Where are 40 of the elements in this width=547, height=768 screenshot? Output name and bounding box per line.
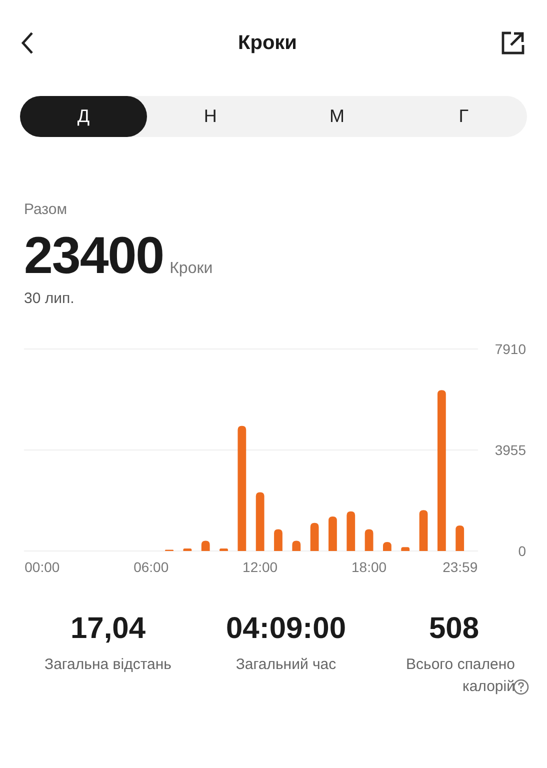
stat-label: Загальний час xyxy=(236,655,336,675)
stat-value: 508 xyxy=(428,612,480,646)
bar xyxy=(274,529,282,551)
total-unit: Кроки xyxy=(170,260,213,278)
bar xyxy=(256,492,264,551)
axis-tick-label: 06:00 xyxy=(134,559,169,574)
bar xyxy=(201,540,210,551)
bar xyxy=(346,511,356,551)
axis-tick-label: 12:00 xyxy=(242,559,278,574)
back-icon[interactable] xyxy=(20,31,34,55)
bar xyxy=(383,542,392,551)
axis-tick-label: 3955 xyxy=(494,442,526,458)
period-tab[interactable]: Н xyxy=(147,96,274,137)
screen-title: Кроки xyxy=(238,32,297,54)
bar xyxy=(310,522,319,551)
share-icon[interactable] xyxy=(500,31,525,55)
total-value: 23400 xyxy=(24,226,164,286)
help-icon[interactable] xyxy=(513,679,529,695)
bar xyxy=(183,548,192,551)
stat-value: 04:09:00 xyxy=(226,612,346,646)
bar xyxy=(456,525,464,551)
axis-tick-label: 7910 xyxy=(494,341,526,357)
bar xyxy=(328,516,337,551)
axis-tick-label: 23:59 xyxy=(442,559,478,574)
axis-tick-label: 18:00 xyxy=(352,559,387,574)
period-tab[interactable]: М xyxy=(274,96,400,137)
period-tab[interactable]: Г xyxy=(400,96,528,137)
stat-label: Загальна відстань xyxy=(44,655,172,675)
axis-tick-label: 0 xyxy=(518,543,526,559)
bar xyxy=(419,510,428,551)
stat-label: Всього спалено калорій xyxy=(405,655,515,697)
bar xyxy=(401,547,410,551)
bar xyxy=(292,540,301,551)
bar xyxy=(364,529,374,551)
total-label: Разом xyxy=(24,201,68,218)
axis-tick-label: 00:00 xyxy=(24,559,60,574)
date-label: 30 лип. xyxy=(24,290,76,307)
stat-value: 17,04 xyxy=(70,612,146,646)
period-tab[interactable]: Д xyxy=(20,96,147,137)
bar xyxy=(220,548,228,551)
